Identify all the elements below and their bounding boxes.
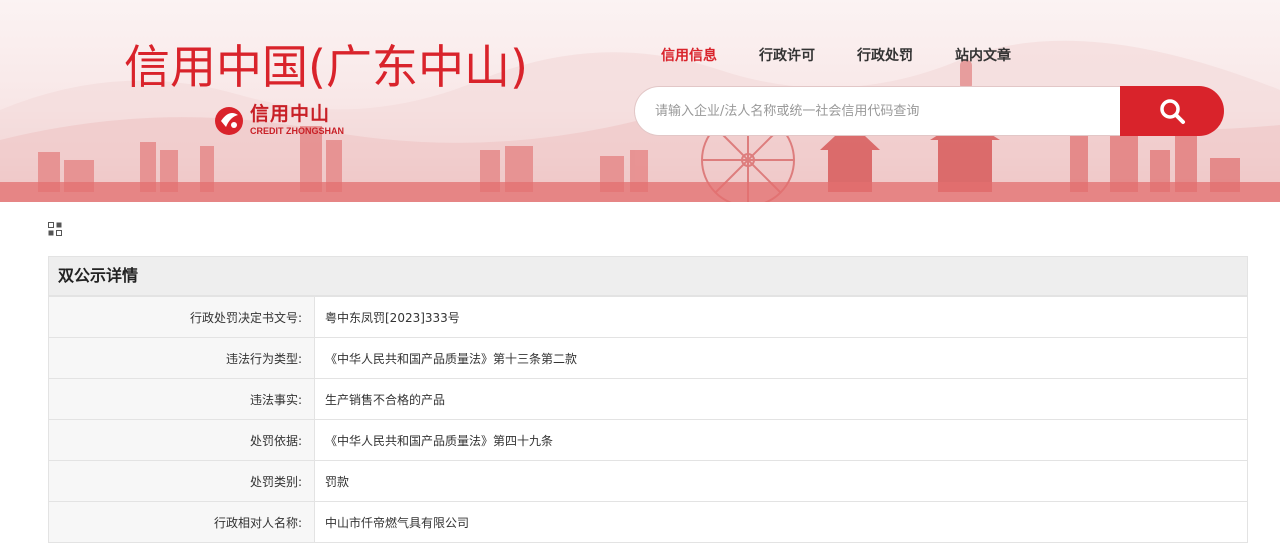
table-row: 行政处罚决定书文号: 粤中东凤罚[2023]333号 <box>48 296 1248 338</box>
detail-panel: 双公示详情 行政处罚决定书文号: 粤中东凤罚[2023]333号 违法行为类型:… <box>48 256 1248 543</box>
row-value: 《中华人民共和国产品质量法》第四十九条 <box>314 419 1248 461</box>
row-label: 行政相对人名称: <box>48 501 315 543</box>
nav-credit-info[interactable]: 信用信息 <box>661 44 717 68</box>
table-row: 处罚类别: 罚款 <box>48 460 1248 502</box>
row-label: 违法事实: <box>48 378 315 420</box>
row-label: 处罚类别: <box>48 460 315 502</box>
credit-zhongshan-logo[interactable]: 信用中山 CREDIT ZHONGSHAN <box>212 100 344 140</box>
search-bar <box>634 86 1224 136</box>
nav-site-articles[interactable]: 站内文章 <box>955 44 1011 68</box>
site-title: 信用中国(广东中山) <box>124 40 528 94</box>
main-nav: 信用信息 行政许可 行政处罚 站内文章 <box>661 44 1053 68</box>
detail-table: 行政处罚决定书文号: 粤中东凤罚[2023]333号 违法行为类型: 《中华人民… <box>48 296 1248 543</box>
row-value: 生产销售不合格的产品 <box>314 378 1248 420</box>
search-input[interactable] <box>634 86 1120 136</box>
search-button[interactable] <box>1120 86 1224 136</box>
row-label: 违法行为类型: <box>48 337 315 379</box>
search-icon <box>1160 99 1185 124</box>
row-value: 粤中东凤罚[2023]333号 <box>314 296 1248 338</box>
row-label: 处罚依据: <box>48 419 315 461</box>
table-row: 处罚依据: 《中华人民共和国产品质量法》第四十九条 <box>48 419 1248 461</box>
row-value: 中山市仟帝燃气具有限公司 <box>314 501 1248 543</box>
nav-admin-penalty[interactable]: 行政处罚 <box>857 44 913 68</box>
table-row: 违法行为类型: 《中华人民共和国产品质量法》第十三条第二款 <box>48 337 1248 379</box>
table-row: 违法事实: 生产销售不合格的产品 <box>48 378 1248 420</box>
credit-logo-icon <box>215 107 243 135</box>
row-label: 行政处罚决定书文号: <box>48 296 315 338</box>
header-banner: 信用中国(广东中山) 信用中山 CREDIT ZHONGSHAN 信用信息 行政… <box>0 0 1280 202</box>
logo-chinese-text: 信用中山 <box>250 103 331 125</box>
logo-english-text: CREDIT ZHONGSHAN <box>250 126 344 136</box>
row-value: 《中华人民共和国产品质量法》第十三条第二款 <box>314 337 1248 379</box>
table-row: 行政相对人名称: 中山市仟帝燃气具有限公司 <box>48 501 1248 543</box>
grid-view-icon[interactable] <box>48 222 62 236</box>
row-value: 罚款 <box>314 460 1248 502</box>
panel-title: 双公示详情 <box>48 256 1248 296</box>
nav-admin-license[interactable]: 行政许可 <box>759 44 815 68</box>
